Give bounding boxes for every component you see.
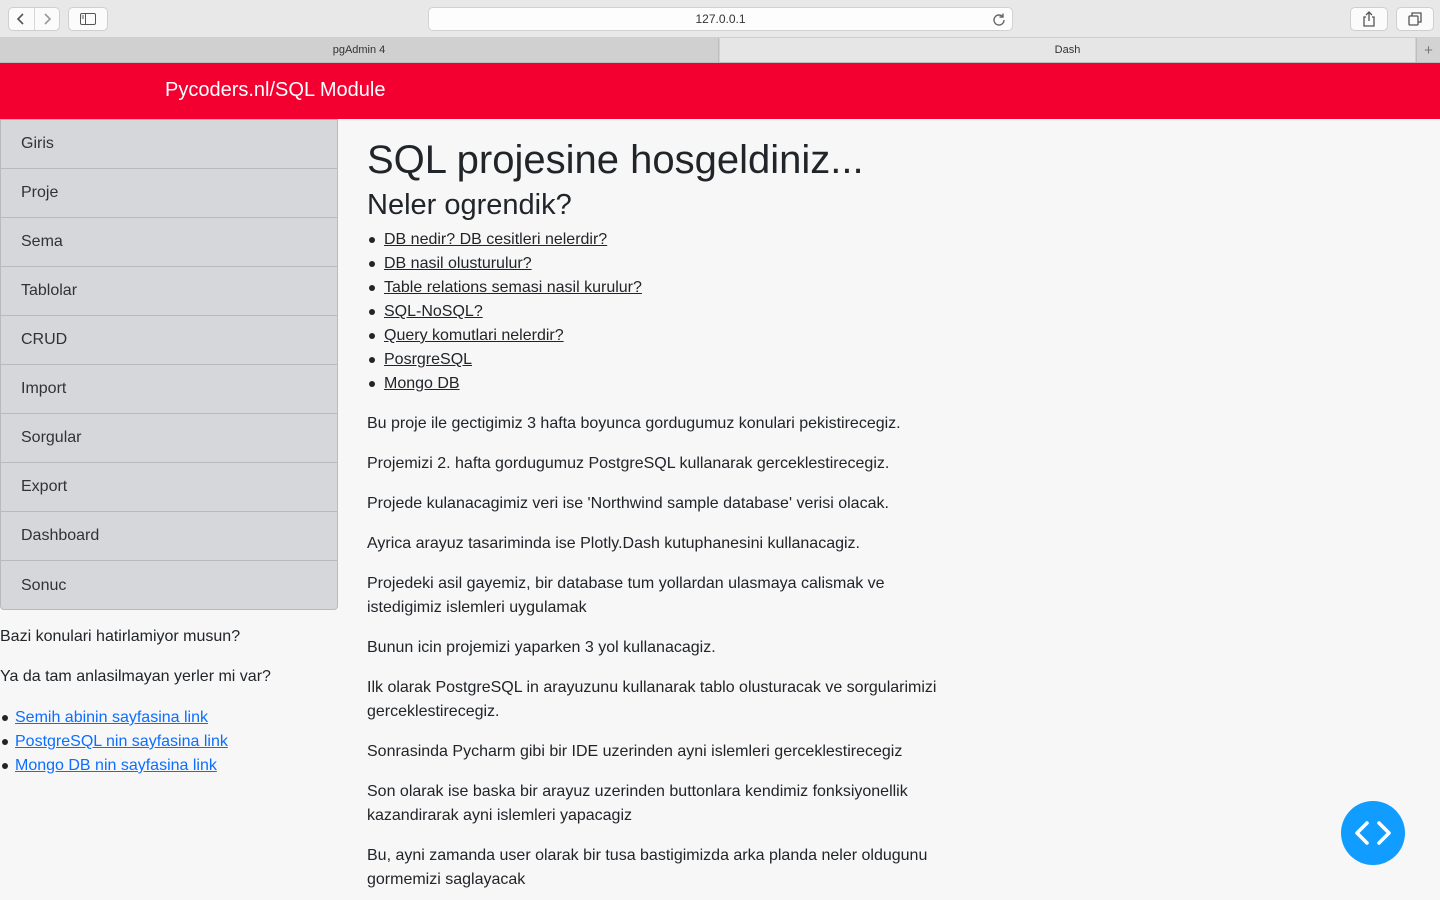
sidebar-question-1: Bazi konulari hatirlamiyor musun?: [0, 628, 241, 645]
chevron-left-icon: [17, 13, 24, 25]
paragraph: Bu, ayni zamanda user olarak bir tusa ba…: [367, 847, 928, 888]
side-navigation: Giris Proje Sema Tablolar CRUD Import So…: [0, 119, 338, 610]
sidebar-item-sonuc[interactable]: Sonuc: [1, 561, 337, 610]
reload-icon[interactable]: [992, 12, 1006, 29]
sidebar-item-crud[interactable]: CRUD: [1, 316, 337, 365]
postgresql-page-link[interactable]: PostgreSQL nin sayfasina link: [15, 733, 228, 751]
paragraph: Projede kulanacagimiz veri ise 'Northwin…: [367, 495, 889, 512]
topic-link[interactable]: SQL-NoSQL?: [384, 303, 483, 321]
page-title: SQL projesine hosgeldiniz...: [367, 138, 864, 182]
list-item: Mongo DB nin sayfasina link: [0, 754, 228, 778]
main-content: SQL projesine hosgeldiniz... Neler ogren…: [367, 132, 967, 892]
semih-page-link[interactable]: Semih abinin sayfasina link: [15, 709, 208, 727]
paragraph: Ayrica arayuz tasariminda ise Plotly.Das…: [367, 535, 860, 552]
navigation-buttons: [8, 7, 60, 31]
browser-toolbar: 127.0.0.1: [0, 0, 1440, 38]
tabs-overview-icon: [1408, 12, 1422, 26]
list-item: Table relations semasi nasil kurulur?: [367, 276, 967, 300]
tab-bar: pgAdmin 4 Dash +: [0, 38, 1440, 63]
share-button[interactable]: [1350, 7, 1388, 31]
sidebar-item-tablolar[interactable]: Tablolar: [1, 267, 337, 316]
navbar: Pycoders.nl/SQL Module: [0, 63, 1440, 119]
sidebar-item-sema[interactable]: Sema: [1, 218, 337, 267]
topic-link[interactable]: PosrgreSQL: [384, 351, 472, 369]
tab-pgadmin[interactable]: pgAdmin 4: [0, 38, 719, 62]
list-item: SQL-NoSQL?: [367, 300, 967, 324]
new-tab-button[interactable]: +: [1416, 38, 1440, 62]
sidebar-toggle-button[interactable]: [68, 7, 108, 31]
paragraph: Ilk olarak PostgreSQL in arayuzunu kulla…: [367, 679, 937, 720]
paragraph: Sonrasinda Pycharm gibi bir IDE uzerinde…: [367, 743, 903, 760]
help-links: Semih abinin sayfasina link PostgreSQL n…: [0, 706, 228, 778]
paragraph: Projemizi 2. hafta gordugumuz PostgreSQL…: [367, 455, 890, 472]
sidebar-item-giris[interactable]: Giris: [1, 120, 337, 169]
back-button[interactable]: [9, 8, 34, 30]
url-text: 127.0.0.1: [695, 12, 746, 26]
paragraph: Bu proje ile gectigimiz 3 hafta boyunca …: [367, 415, 901, 432]
forward-button[interactable]: [33, 8, 60, 30]
sidebar-item-sorgular[interactable]: Sorgular: [1, 414, 337, 463]
paragraph: Son olarak ise baska bir arayuz uzerinde…: [367, 783, 908, 824]
list-item: DB nedir? DB cesitleri nelerdir?: [367, 228, 967, 252]
topic-link[interactable]: Table relations semasi nasil kurulur?: [384, 279, 642, 297]
tab-dash[interactable]: Dash: [720, 38, 1415, 62]
list-item: PostgreSQL nin sayfasina link: [0, 730, 228, 754]
topic-link[interactable]: Query komutlari nelerdir?: [384, 327, 564, 345]
list-item: Mongo DB: [367, 372, 967, 396]
address-bar[interactable]: 127.0.0.1: [428, 7, 1013, 31]
sidebar-icon: [80, 13, 96, 25]
sidebar-question-2: Ya da tam anlasilmayan yerler mi var?: [0, 668, 271, 685]
paragraph: Bunun icin projemizi yaparken 3 yol kull…: [367, 639, 716, 656]
share-icon: [1363, 11, 1375, 27]
topic-link[interactable]: DB nedir? DB cesitleri nelerdir?: [384, 231, 607, 249]
code-brackets-icon: [1355, 821, 1391, 845]
sidebar-item-dashboard[interactable]: Dashboard: [1, 512, 337, 561]
chevron-right-icon: [44, 13, 51, 25]
topic-link[interactable]: DB nasil olusturulur?: [384, 255, 532, 273]
section-heading: Neler ogrendik?: [367, 189, 572, 221]
show-tabs-button[interactable]: [1396, 7, 1434, 31]
brand-title[interactable]: Pycoders.nl/SQL Module: [165, 79, 385, 102]
dev-tools-button[interactable]: [1341, 801, 1405, 865]
sidebar-item-import[interactable]: Import: [1, 365, 337, 414]
sidebar-item-proje[interactable]: Proje: [1, 169, 337, 218]
sidebar-item-export[interactable]: Export: [1, 463, 337, 512]
list-item: Query komutlari nelerdir?: [367, 324, 967, 348]
topics-list: DB nedir? DB cesitleri nelerdir? DB nasi…: [367, 228, 967, 396]
list-item: Semih abinin sayfasina link: [0, 706, 228, 730]
topic-link[interactable]: Mongo DB: [384, 375, 460, 393]
mongodb-page-link[interactable]: Mongo DB nin sayfasina link: [15, 757, 217, 775]
list-item: DB nasil olusturulur?: [367, 252, 967, 276]
paragraph: Projedeki asil gayemiz, bir database tum…: [367, 575, 885, 616]
list-item: PosrgreSQL: [367, 348, 967, 372]
